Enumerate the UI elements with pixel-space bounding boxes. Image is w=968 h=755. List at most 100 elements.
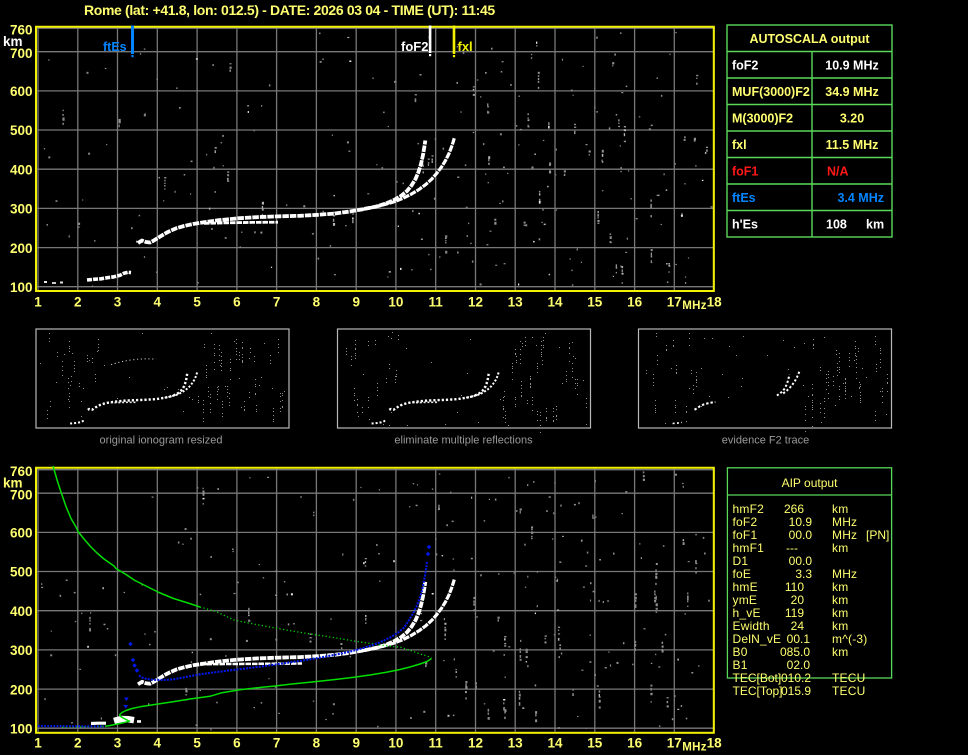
svg-text:11: 11 — [429, 295, 444, 310]
svg-text:eliminate multiple reflections: eliminate multiple reflections — [394, 435, 533, 447]
svg-text:8: 8 — [313, 295, 321, 310]
svg-text:110: 110 — [785, 580, 804, 594]
svg-text:km: km — [832, 502, 848, 516]
svg-text:km: km — [832, 619, 848, 633]
svg-text:MHz: MHz — [682, 300, 707, 312]
svg-text:11: 11 — [429, 736, 444, 751]
svg-text:MUF(3000)F2: MUF(3000)F2 — [732, 85, 810, 99]
svg-text:10: 10 — [388, 736, 403, 751]
svg-text:24: 24 — [791, 619, 805, 633]
svg-text:200: 200 — [10, 682, 33, 697]
svg-text:hmE: hmE — [733, 580, 758, 594]
svg-text:h_vE: h_vE — [733, 606, 761, 620]
svg-text:MHz: MHz — [832, 528, 857, 542]
svg-text:D1: D1 — [733, 554, 749, 568]
svg-text:km: km — [832, 645, 848, 659]
svg-text:20: 20 — [791, 593, 805, 607]
svg-text:16: 16 — [627, 736, 643, 751]
svg-text:600: 600 — [10, 526, 33, 541]
svg-text:m^(-3): m^(-3) — [832, 632, 868, 646]
svg-text:TECU: TECU — [832, 684, 865, 698]
svg-text:500: 500 — [10, 123, 33, 138]
svg-text:foF2: foF2 — [732, 59, 758, 73]
svg-text:17: 17 — [667, 295, 682, 310]
svg-text:hmF1: hmF1 — [733, 541, 765, 555]
svg-text:MHz: MHz — [832, 515, 857, 529]
svg-text:km: km — [832, 580, 848, 594]
svg-text:119: 119 — [785, 606, 804, 620]
svg-text:4: 4 — [154, 736, 162, 751]
svg-text:34.9 MHz: 34.9 MHz — [825, 85, 879, 99]
svg-text:2: 2 — [74, 736, 82, 751]
svg-text:2: 2 — [74, 295, 82, 310]
svg-text:266: 266 — [784, 502, 804, 516]
svg-text:9: 9 — [352, 736, 360, 751]
svg-text:1: 1 — [34, 295, 42, 310]
svg-text:12: 12 — [468, 736, 483, 751]
svg-text:MHz: MHz — [682, 742, 707, 754]
svg-text:---: --- — [786, 541, 798, 555]
svg-text:16: 16 — [627, 295, 643, 310]
svg-text:10: 10 — [388, 295, 403, 310]
svg-text:4: 4 — [154, 295, 162, 310]
svg-text:km: km — [832, 541, 848, 555]
svg-text:700: 700 — [10, 46, 33, 61]
svg-text:400: 400 — [10, 162, 33, 177]
svg-text:km: km — [832, 606, 848, 620]
svg-text:18: 18 — [707, 736, 723, 751]
svg-text:8: 8 — [313, 736, 321, 751]
svg-text:12: 12 — [468, 295, 483, 310]
svg-text:Ewidth: Ewidth — [733, 619, 770, 633]
svg-text:TEC[Bot]: TEC[Bot] — [733, 671, 782, 685]
svg-text:AIP output: AIP output — [782, 476, 838, 490]
svg-text:7: 7 — [273, 736, 281, 751]
svg-text:300: 300 — [10, 202, 33, 217]
svg-text:3.3: 3.3 — [795, 567, 812, 581]
svg-text:AUTOSCALA output: AUTOSCALA output — [749, 32, 870, 46]
svg-text:TEC[Top]: TEC[Top] — [733, 684, 783, 698]
svg-text:15: 15 — [587, 736, 603, 751]
svg-text:[PN]: [PN] — [866, 528, 889, 542]
svg-text:400: 400 — [10, 604, 33, 619]
svg-text:1: 1 — [34, 736, 42, 751]
svg-text:02.0: 02.0 — [787, 658, 811, 672]
svg-text:foF1: foF1 — [732, 164, 758, 178]
svg-text:6: 6 — [233, 736, 241, 751]
svg-text:00.0: 00.0 — [789, 554, 813, 568]
svg-text:00.1: 00.1 — [787, 632, 811, 646]
svg-text:108: 108 — [826, 217, 847, 231]
svg-text:17: 17 — [667, 736, 682, 751]
svg-text:3: 3 — [114, 736, 122, 751]
svg-text:foE: foE — [733, 567, 752, 581]
svg-text:ftEs: ftEs — [732, 191, 756, 205]
svg-text:km: km — [832, 593, 848, 607]
svg-text:300: 300 — [10, 643, 33, 658]
svg-text:14: 14 — [547, 295, 563, 310]
svg-text:fxl: fxl — [458, 39, 473, 54]
svg-text:10.9 MHz: 10.9 MHz — [825, 59, 879, 73]
svg-text:00.0: 00.0 — [789, 528, 813, 542]
svg-text:fxl: fxl — [732, 138, 747, 152]
svg-text:3.20: 3.20 — [840, 112, 864, 126]
svg-text:ftEs: ftEs — [103, 40, 127, 54]
svg-text:015.9: 015.9 — [781, 684, 811, 698]
svg-text:MHz: MHz — [832, 567, 857, 581]
svg-text:3: 3 — [114, 295, 122, 310]
svg-text:TECU: TECU — [832, 671, 865, 685]
svg-text:B1: B1 — [733, 658, 748, 672]
svg-text:9: 9 — [352, 295, 360, 310]
svg-text:700: 700 — [10, 488, 33, 503]
svg-text:100: 100 — [10, 280, 33, 295]
svg-text:10.9: 10.9 — [789, 515, 813, 529]
svg-text:DelN_vE: DelN_vE — [733, 632, 782, 646]
svg-text:5: 5 — [193, 295, 201, 310]
svg-text:500: 500 — [10, 565, 33, 580]
svg-text:h'Es: h'Es — [732, 217, 758, 231]
svg-text:18: 18 — [707, 295, 723, 310]
svg-text:200: 200 — [10, 241, 33, 256]
svg-text:7: 7 — [273, 295, 281, 310]
svg-text:13: 13 — [508, 295, 524, 310]
svg-text:11.5 MHz: 11.5 MHz — [826, 138, 879, 152]
svg-text:original ionogram resized: original ionogram resized — [100, 435, 223, 447]
svg-text:km: km — [866, 217, 884, 231]
